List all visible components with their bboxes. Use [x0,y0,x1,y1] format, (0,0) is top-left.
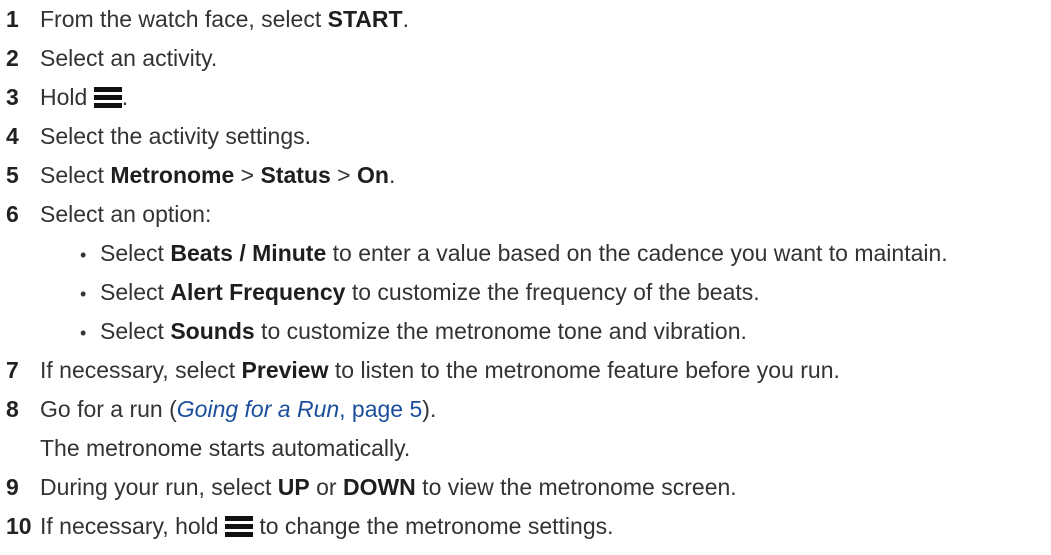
status-label: Status [260,162,331,188]
step-4: 4 Select the activity settings. [6,123,312,149]
step-8-continuation: The metronome starts automatically. [40,435,411,461]
step-8: 8 Go for a run (Going for a Run, page 5). [6,396,437,422]
down-label: DOWN [342,474,416,500]
on-label: On [357,162,389,188]
preview-label: Preview [241,357,329,383]
option-bullet: • Select Sounds to customize the metronom… [80,318,747,344]
step-6: 6 Select an option: [6,201,212,227]
step-2: 2 Select an activity. [6,45,218,71]
alert-frequency-label: Alert Frequency [170,279,346,305]
step-5: 5 Select Metronome > Status > On. [6,162,396,188]
step-7: 7 If necessary, select Preview to listen … [6,357,840,383]
step-3: 3 Hold . [6,84,129,110]
step-10: 10 If necessary, hold to change the metro… [6,513,614,539]
step-1: 1 From the watch face, select START. [6,6,409,32]
step-9: 9 During your run, select UP or DOWN to v… [6,474,737,500]
going-for-a-run-link[interactable]: Going for a Run, page 5 [177,396,423,422]
menu-icon [93,87,122,108]
beats-minute-label: Beats / Minute [170,240,327,266]
metronome-label: Metronome [110,162,235,188]
instruction-page: 1 From the watch face, select START. 2 Sel… [0,0,1051,555]
option-bullet: • Select Alert Frequency to customize the… [80,279,760,305]
option-bullet: • Select Beats / Minute to enter a value … [80,240,948,266]
sounds-label: Sounds [170,318,255,344]
up-label: UP [277,474,310,500]
start-label: START [327,6,403,32]
menu-icon [224,516,253,537]
